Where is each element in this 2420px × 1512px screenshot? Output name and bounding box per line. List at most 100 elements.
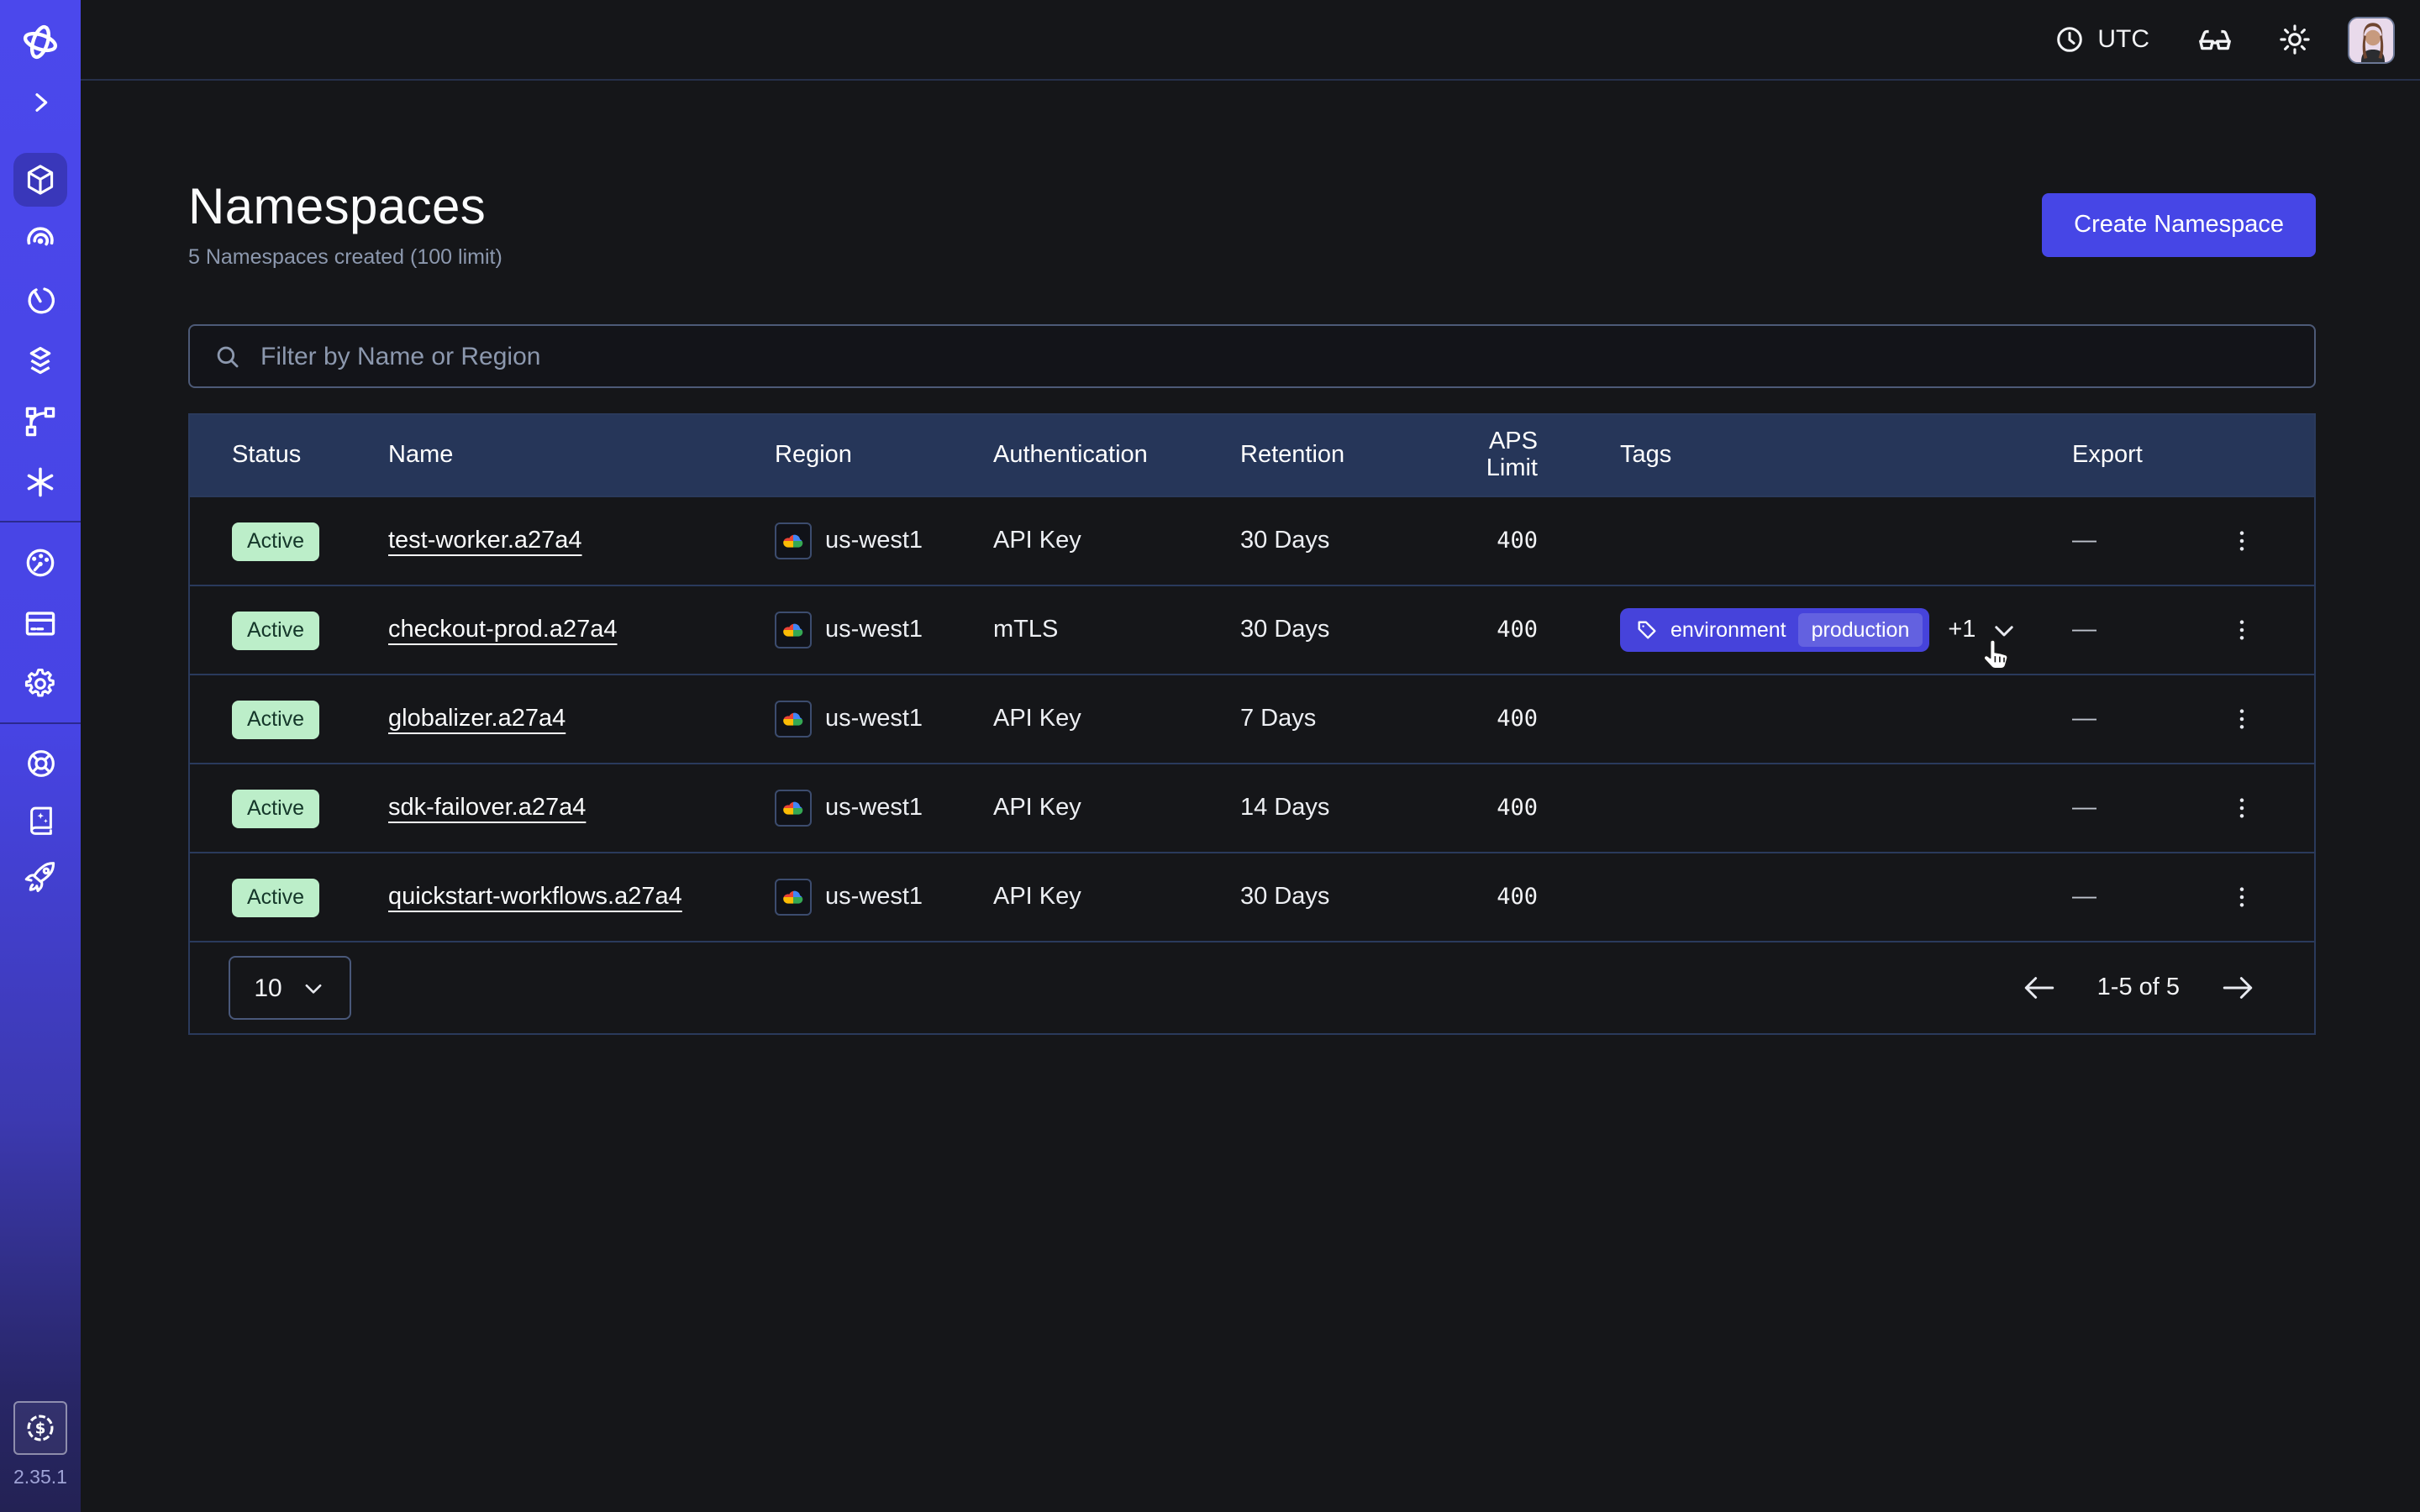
gcp-cloud-icon — [775, 612, 812, 648]
namespace-row: Active globalizer.a27a4 us-west1 API Key… — [190, 674, 2314, 763]
credits-button[interactable]: $ — [13, 1401, 67, 1455]
kebab-icon — [2228, 617, 2255, 643]
user-avatar[interactable] — [2348, 16, 2395, 63]
getting-started-rocket-icon — [13, 850, 67, 904]
namespace-row: Active test-worker.a27a4 us-west1 API Ke… — [190, 496, 2314, 585]
arrow-left-icon — [2022, 974, 2057, 1001]
auth-cell: API Key — [993, 795, 1240, 822]
kebab-icon — [2228, 795, 2255, 822]
kebab-icon — [2228, 706, 2255, 732]
row-menu-button[interactable] — [2218, 874, 2265, 921]
sidebar-divider — [0, 722, 81, 724]
sidebar-nav-help — [0, 734, 81, 906]
auth-cell: API Key — [993, 706, 1240, 732]
nexus-asterisk-icon — [13, 455, 67, 509]
row-menu-button[interactable] — [2218, 696, 2265, 743]
region-cell: us-west1 — [775, 790, 993, 827]
pagination-bar: 10 1-5 of 5 — [190, 941, 2314, 1033]
temporal-logo — [18, 20, 62, 64]
sidebar-item-workflows[interactable] — [0, 210, 81, 270]
kebab-icon — [2228, 884, 2255, 911]
sidebar-nav-account — [0, 533, 81, 714]
tag-badge[interactable]: environment production — [1620, 608, 1929, 652]
column-header-name: Name — [388, 442, 775, 469]
next-page-button[interactable] — [2220, 974, 2255, 1001]
sidebar-item-support[interactable] — [0, 734, 81, 791]
aps-limit-cell: 400 — [1497, 795, 1538, 822]
row-menu-button[interactable] — [2218, 606, 2265, 654]
accessibility-button[interactable] — [2195, 19, 2235, 60]
billing-card-icon — [13, 596, 67, 650]
theme-toggle-button[interactable] — [2277, 22, 2312, 57]
tag-key: environment — [1670, 618, 1786, 642]
deployments-stack-icon — [13, 334, 67, 388]
column-header-region: Region — [775, 442, 993, 469]
sidebar-divider — [0, 521, 81, 522]
topbar: UTC — [81, 0, 2420, 81]
sidebar-expand-button[interactable] — [27, 89, 54, 116]
region-label: us-west1 — [825, 617, 923, 643]
batch-branch-icon — [13, 395, 67, 449]
retention-cell: 14 Days — [1240, 795, 1432, 822]
sun-icon — [2277, 22, 2312, 57]
table-header-row: Status Name Region Authentication Retent… — [190, 415, 2314, 496]
arrow-right-icon — [2220, 974, 2255, 1001]
timezone-selector[interactable]: UTC — [2054, 24, 2149, 55]
aps-limit-cell: 400 — [1497, 706, 1538, 732]
retention-cell: 30 Days — [1240, 528, 1432, 554]
status-badge: Active — [232, 522, 319, 560]
gcp-cloud-icon — [775, 522, 812, 559]
sidebar-item-docs[interactable] — [0, 791, 81, 848]
filter-input[interactable] — [257, 340, 2294, 372]
page-header: Namespaces 5 Namespaces created (100 lim… — [188, 178, 2316, 270]
region-label: us-west1 — [825, 706, 923, 732]
namespace-link[interactable]: quickstart-workflows.a27a4 — [388, 884, 682, 911]
export-cell: — — [2072, 706, 2240, 732]
sidebar-item-usage[interactable] — [0, 533, 81, 593]
sidebar-item-getting-started[interactable] — [0, 848, 81, 906]
chevron-right-icon — [27, 89, 54, 116]
region-cell: us-west1 — [775, 522, 993, 559]
namespace-link[interactable]: test-worker.a27a4 — [388, 528, 582, 554]
sidebar-item-settings[interactable] — [0, 654, 81, 714]
main-content: Namespaces 5 Namespaces created (100 lim… — [81, 81, 2420, 1512]
sidebar-item-nexus[interactable] — [0, 452, 81, 512]
namespace-link[interactable]: sdk-failover.a27a4 — [388, 795, 586, 822]
sidebar-item-deployments[interactable] — [0, 331, 81, 391]
gcp-cloud-icon — [775, 790, 812, 827]
dollar-seal-icon: $ — [22, 1410, 59, 1446]
export-cell: — — [2072, 795, 2240, 822]
gcp-cloud-icon — [775, 701, 812, 738]
row-menu-button[interactable] — [2218, 517, 2265, 564]
namespace-row: Active checkout-prod.a27a4 us-west1 mTLS… — [190, 585, 2314, 674]
app-version: 2.35.1 — [13, 1468, 67, 1488]
sidebar-item-namespaces[interactable] — [0, 150, 81, 210]
create-namespace-button[interactable]: Create Namespace — [2042, 192, 2316, 256]
column-header-auth: Authentication — [993, 442, 1240, 469]
row-menu-button[interactable] — [2218, 785, 2265, 832]
auth-cell: API Key — [993, 884, 1240, 911]
support-lifebuoy-icon — [13, 736, 67, 790]
kebab-icon — [2228, 528, 2255, 554]
sidebar-item-schedules[interactable] — [0, 270, 81, 331]
sidebar-nav-primary — [0, 150, 81, 512]
column-header-status: Status — [232, 442, 388, 469]
status-badge: Active — [232, 878, 319, 916]
retention-cell: 7 Days — [1240, 706, 1432, 732]
page-size-select[interactable]: 10 — [229, 956, 351, 1020]
sidebar-item-batch-operations[interactable] — [0, 391, 81, 452]
sidebar-item-billing[interactable] — [0, 593, 81, 654]
chevron-down-icon — [301, 975, 326, 1000]
page-title: Namespaces — [188, 178, 502, 239]
namespace-row: Active sdk-failover.a27a4 us-west1 API K… — [190, 763, 2314, 852]
namespace-link[interactable]: checkout-prod.a27a4 — [388, 617, 618, 643]
docs-book-icon — [13, 793, 67, 847]
tags-expand-button[interactable] — [1989, 616, 2018, 644]
namespace-link[interactable]: globalizer.a27a4 — [388, 706, 566, 732]
usage-gauge-icon — [13, 536, 67, 590]
retention-cell: 30 Days — [1240, 884, 1432, 911]
page-size-value: 10 — [254, 974, 281, 1002]
status-badge: Active — [232, 611, 319, 649]
page-range-label: 1-5 of 5 — [2097, 974, 2180, 1001]
previous-page-button[interactable] — [2022, 974, 2057, 1001]
